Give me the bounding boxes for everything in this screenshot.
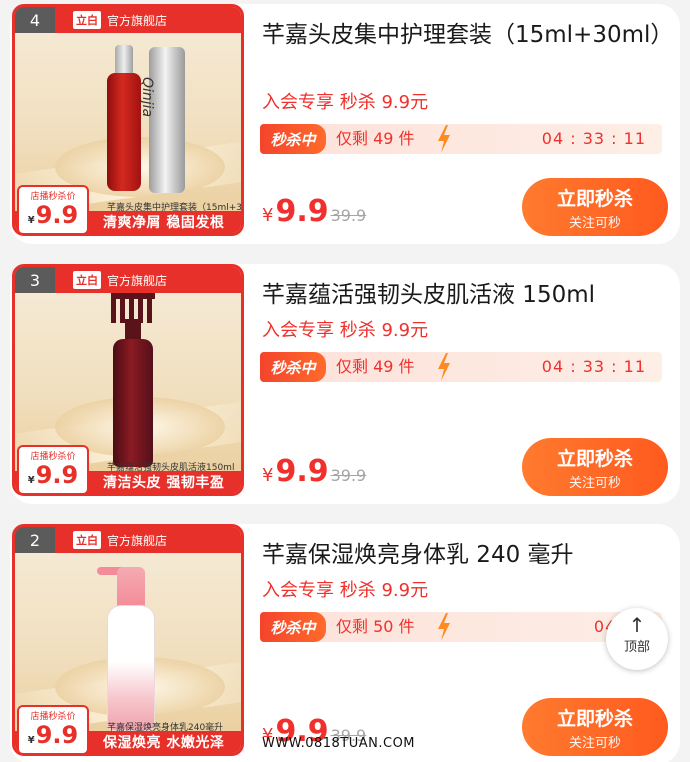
product-title[interactable]: 芊嘉蕴活强韧头皮肌活液 150ml (262, 278, 662, 312)
pink-bottle (107, 605, 155, 731)
product-image[interactable]: 4 立白 官方旗舰店 Qinjia 芊嘉头皮集中护理套装（15ml+30ml） … (12, 4, 244, 236)
watermark: WWW.0818TUAN.COM (262, 736, 416, 751)
rank-badge: 4 (15, 7, 55, 33)
rank-badge: 3 (15, 267, 55, 293)
lightning-icon (438, 613, 450, 641)
flash-tag: 秒杀中 (260, 124, 326, 154)
back-to-top-button[interactable]: ↑ 顶部 (606, 608, 668, 670)
currency-symbol: ¥ (262, 465, 274, 486)
countdown-timer: 04 : 33 : 11 (541, 129, 646, 148)
flash-sale-bar: 秒杀中 仅剩 50 件 04 : 3 (260, 612, 662, 642)
badge-price: 9.9 (35, 461, 79, 489)
product-card[interactable]: 4 立白 官方旗舰店 Qinjia 芊嘉头皮集中护理套装（15ml+30ml） … (10, 4, 680, 244)
shop-label: 官方旗舰店 (107, 13, 168, 28)
remaining-stock: 仅剩 49 件 (336, 129, 415, 148)
original-price: 39.9 (330, 466, 367, 485)
buy-button-sublabel: 关注可秒 (568, 476, 621, 491)
product-title[interactable]: 芊嘉头皮集中护理套装（15ml+30ml） (262, 18, 673, 52)
member-offer: 入会专享 秒杀 9.9元 (262, 580, 429, 601)
shop-label: 官方旗舰店 (107, 273, 168, 288)
original-price: 39.9 (330, 206, 367, 225)
countdown-timer: 04 : 33 : 11 (541, 357, 646, 376)
currency-symbol: ¥ (262, 205, 274, 226)
flash-tag: 秒杀中 (260, 612, 326, 642)
product-image[interactable]: 2 立白 官方旗舰店 芊嘉保湿焕亮身体乳240毫升 保湿焕亮 水嫩光泽 店播秒杀… (12, 524, 244, 756)
flash-sale-bar: 秒杀中 仅剩 49 件 04 : 33 : 11 (260, 352, 662, 382)
thumb-header: 3 立白 官方旗舰店 (15, 267, 241, 293)
badge-price: 9.9 (35, 201, 79, 229)
thumb-header: 4 立白 官方旗舰店 (15, 7, 241, 33)
buy-now-button[interactable]: 立即秒杀 关注可秒 (522, 438, 668, 496)
badge-price: 9.9 (35, 721, 79, 749)
sale-price: 9.9 (275, 454, 329, 489)
member-offer: 入会专享 秒杀 9.9元 (262, 320, 429, 341)
remaining-stock: 仅剩 50 件 (336, 617, 415, 636)
rank-badge: 2 (15, 527, 55, 553)
tube-brand-text: Qinjia (139, 77, 155, 118)
bottle-neck (125, 319, 141, 341)
buy-now-button[interactable]: 立即秒杀 关注可秒 (522, 178, 668, 236)
product-card[interactable]: 2 立白 官方旗舰店 芊嘉保湿焕亮身体乳240毫升 保湿焕亮 水嫩光泽 店播秒杀… (10, 524, 680, 762)
red-bottle (107, 73, 141, 191)
silver-tube (149, 47, 185, 193)
price-block: ¥ 9.9 39.9 (262, 454, 366, 489)
badge-currency: ¥ (27, 475, 35, 486)
brand-logo: 立白 (73, 531, 101, 549)
arrow-up-icon: ↑ (628, 613, 646, 637)
burgundy-bottle (113, 339, 153, 467)
thumb-header: 2 立白 官方旗舰店 (15, 527, 241, 553)
live-price-badge: 店播秒杀价 ¥ 9.9 (17, 705, 89, 753)
remaining-stock: 仅剩 49 件 (336, 357, 415, 376)
product-card[interactable]: 3 立白 官方旗舰店 芊嘉蕴活强韧头皮肌活液150ml 清洁头皮 强韧丰盈 店播… (10, 264, 680, 504)
badge-currency: ¥ (27, 735, 35, 746)
back-to-top-label: 顶部 (623, 640, 650, 655)
buy-now-button[interactable]: 立即秒杀 关注可秒 (522, 698, 668, 756)
sale-price: 9.9 (275, 194, 329, 229)
buy-button-label: 立即秒杀 (556, 448, 633, 470)
lightning-icon (438, 125, 450, 153)
buy-button-label: 立即秒杀 (556, 708, 633, 730)
flash-tag: 秒杀中 (260, 352, 326, 382)
price-block: ¥ 9.9 39.9 (262, 194, 366, 229)
badge-currency: ¥ (27, 215, 35, 226)
shop-label: 官方旗舰店 (107, 533, 168, 548)
lightning-icon (438, 353, 450, 381)
buy-button-label: 立即秒杀 (556, 188, 633, 210)
spray-cap (115, 45, 133, 75)
pump-head (117, 567, 145, 607)
buy-button-sublabel: 关注可秒 (568, 736, 621, 751)
brand-logo: 立白 (73, 11, 101, 29)
member-offer: 入会专享 秒杀 9.9元 (262, 92, 429, 113)
live-price-badge: 店播秒杀价 ¥ 9.9 (17, 445, 89, 493)
buy-button-sublabel: 关注可秒 (568, 216, 621, 231)
product-title[interactable]: 芊嘉保湿焕亮身体乳 240 毫升 (262, 538, 662, 572)
live-price-badge: 店播秒杀价 ¥ 9.9 (17, 185, 89, 233)
brand-logo: 立白 (73, 271, 101, 289)
product-image[interactable]: 3 立白 官方旗舰店 芊嘉蕴活强韧头皮肌活液150ml 清洁头皮 强韧丰盈 店播… (12, 264, 244, 496)
flash-sale-bar: 秒杀中 仅剩 49 件 04 : 33 : 11 (260, 124, 662, 154)
